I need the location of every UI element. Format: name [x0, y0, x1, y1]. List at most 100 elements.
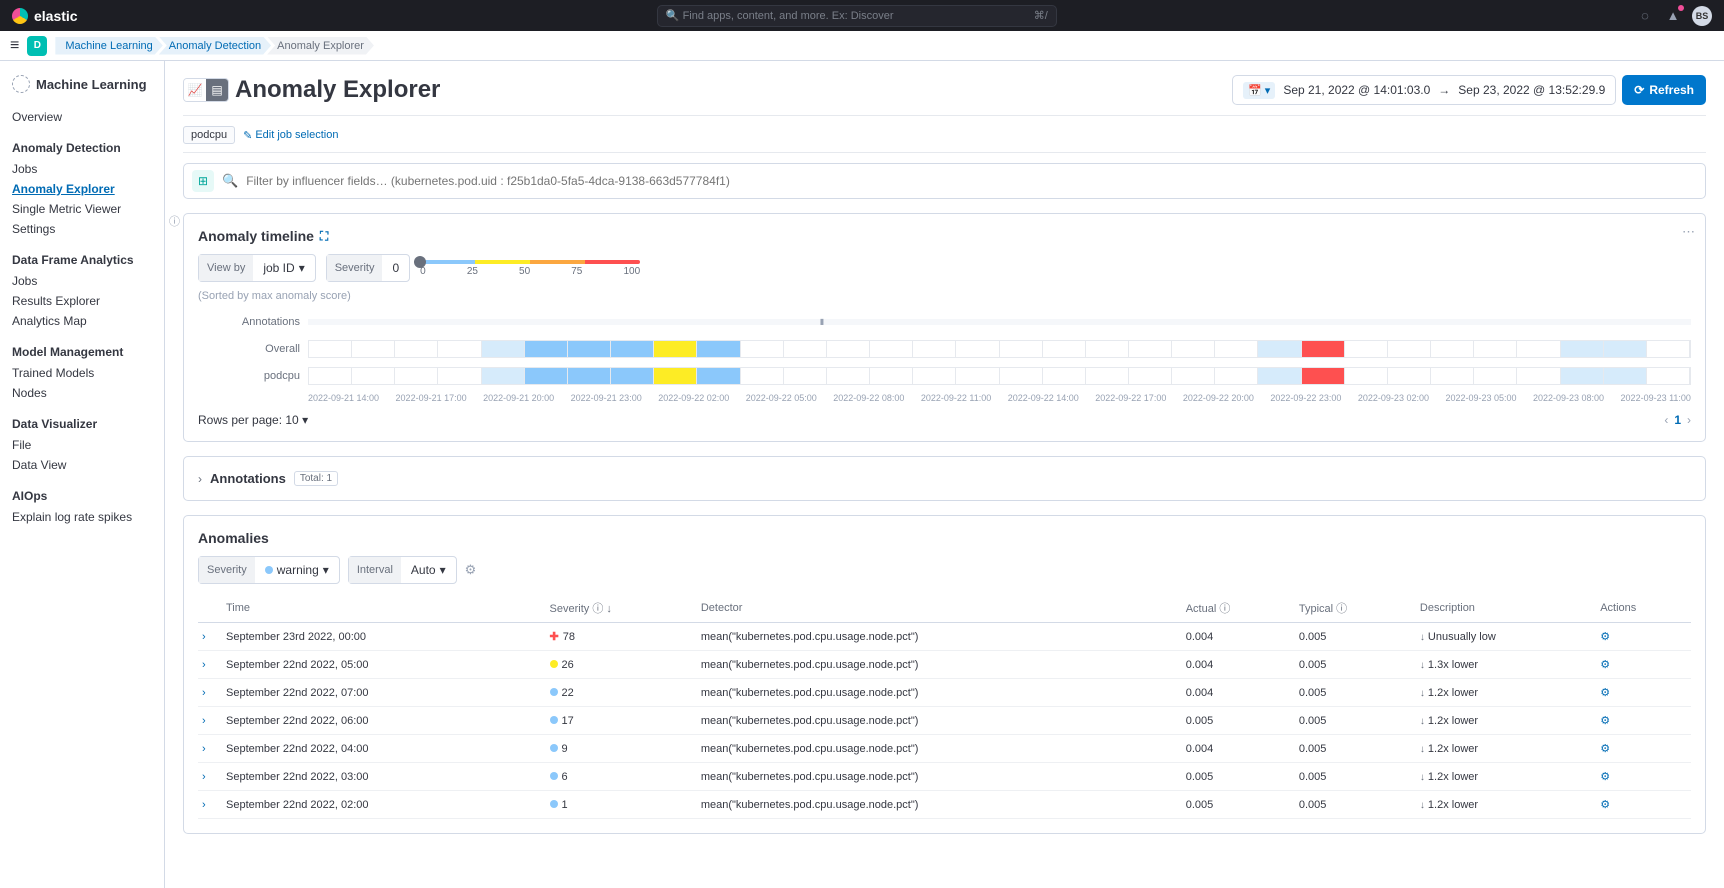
swimlane-cell[interactable]: [1129, 368, 1172, 384]
page-current[interactable]: 1: [1674, 413, 1681, 427]
swimlane-cell[interactable]: [1172, 368, 1215, 384]
edit-job-selection-link[interactable]: ✎ Edit job selection: [243, 129, 338, 142]
swimlane-cell[interactable]: [309, 368, 352, 384]
refresh-button[interactable]: ⟳ Refresh: [1622, 75, 1706, 105]
row-actions-icon[interactable]: ⚙: [1596, 763, 1691, 791]
swimlane-cell[interactable]: [870, 368, 913, 384]
annotations-panel[interactable]: › Annotations Total: 1: [183, 456, 1706, 501]
swimlane-cell[interactable]: [525, 341, 568, 357]
page-prev-icon[interactable]: ‹: [1664, 413, 1668, 427]
swimlane-cell[interactable]: [1517, 341, 1560, 357]
swimlane-cell[interactable]: [1129, 341, 1172, 357]
anomalies-interval-select[interactable]: Interval Auto ▾: [348, 556, 457, 584]
fullscreen-icon[interactable]: ⛶: [320, 229, 328, 244]
swimlane-cell[interactable]: [1517, 368, 1560, 384]
swimlane-cell[interactable]: [482, 368, 525, 384]
swimlane-cell[interactable]: [956, 368, 999, 384]
swimlane-cell[interactable]: [525, 368, 568, 384]
swimlane-cell[interactable]: [482, 341, 525, 357]
swimlane-cell[interactable]: [784, 341, 827, 357]
swimlane-cell[interactable]: [1388, 341, 1431, 357]
swimlane-cell[interactable]: [913, 341, 956, 357]
filter-input[interactable]: [246, 174, 1697, 188]
expand-row-icon[interactable]: ›: [198, 623, 222, 651]
swimlane-cell[interactable]: [1474, 341, 1517, 357]
swimlane-cell[interactable]: [697, 341, 740, 357]
swimlane-cell[interactable]: [395, 341, 438, 357]
swimlane-cell[interactable]: [309, 341, 352, 357]
swimlane-cell[interactable]: [1000, 341, 1043, 357]
sidebar-smv[interactable]: Single Metric Viewer: [12, 199, 152, 219]
swimlane-cell[interactable]: [1302, 368, 1345, 384]
info-icon[interactable]: ⓘ: [169, 213, 180, 229]
swimlane-cell[interactable]: [1431, 368, 1474, 384]
swimlane-cell[interactable]: [697, 368, 740, 384]
global-search[interactable]: 🔍 Find apps, content, and more. Ex: Disc…: [657, 5, 1057, 27]
swimlane-cell[interactable]: [352, 368, 395, 384]
swimlane-cell[interactable]: [1345, 368, 1388, 384]
swimlane-cell[interactable]: [1474, 368, 1517, 384]
time-range-picker[interactable]: 📅 ▾ Sep 21, 2022 @ 14:01:03.0 → Sep 23, …: [1232, 75, 1616, 105]
brand-logo[interactable]: elastic: [12, 8, 78, 24]
col-typical[interactable]: Typical ⓘ: [1295, 594, 1416, 623]
row-actions-icon[interactable]: ⚙: [1596, 623, 1691, 651]
breadcrumb-ml[interactable]: Machine Learning: [55, 37, 162, 55]
sidebar-data-view[interactable]: Data View: [12, 455, 152, 475]
sidebar-results-explorer[interactable]: Results Explorer: [12, 291, 152, 311]
swimlane-cell[interactable]: [611, 368, 654, 384]
swimlane-cell[interactable]: [1647, 341, 1690, 357]
swimlane-cell[interactable]: [1215, 368, 1258, 384]
row-actions-icon[interactable]: ⚙: [1596, 651, 1691, 679]
swimlane-cell[interactable]: [913, 368, 956, 384]
swimlane-cell[interactable]: [1000, 368, 1043, 384]
sidebar-dfa-jobs[interactable]: Jobs: [12, 271, 152, 291]
severity-threshold[interactable]: Severity 0: [326, 254, 410, 282]
sidebar-settings[interactable]: Settings: [12, 219, 152, 239]
sidebar-ad-jobs[interactable]: Jobs: [12, 159, 152, 179]
sidebar-anomaly-explorer[interactable]: Anomaly Explorer: [12, 179, 152, 199]
settings-icon[interactable]: ⚙: [465, 562, 477, 578]
expand-row-icon[interactable]: ›: [198, 679, 222, 707]
influencer-filter-bar[interactable]: ⊞ 🔍: [183, 163, 1706, 199]
row-actions-icon[interactable]: ⚙: [1596, 707, 1691, 735]
nav-toggle-icon[interactable]: ≡: [10, 37, 19, 55]
expand-row-icon[interactable]: ›: [198, 735, 222, 763]
expand-row-icon[interactable]: ›: [198, 763, 222, 791]
swimlane-cell[interactable]: [741, 341, 784, 357]
col-severity[interactable]: Severity ⓘ ↓: [546, 594, 697, 623]
swimlane-cell[interactable]: [1258, 368, 1301, 384]
viewby-select[interactable]: View by job ID ▾: [198, 254, 316, 282]
anomalies-severity-select[interactable]: Severity warning ▾: [198, 556, 340, 584]
swimlane-cell[interactable]: [784, 368, 827, 384]
swimlane-cell[interactable]: [654, 341, 697, 357]
single-metric-view-icon[interactable]: 📈: [184, 79, 206, 101]
col-actual[interactable]: Actual ⓘ: [1182, 594, 1295, 623]
swimlane-cell[interactable]: [568, 368, 611, 384]
swimlane-cell[interactable]: [1172, 341, 1215, 357]
help-icon[interactable]: ◌: [1636, 7, 1654, 25]
severity-slider[interactable]: 0 25 50 75 100: [420, 260, 640, 277]
swimlane-cell[interactable]: [1431, 341, 1474, 357]
user-avatar[interactable]: BS: [1692, 6, 1712, 26]
swimlane-cell[interactable]: [870, 341, 913, 357]
swimlane-cell[interactable]: [827, 368, 870, 384]
newsfeed-icon[interactable]: ▲: [1664, 7, 1682, 25]
swimlane-cell[interactable]: [1388, 368, 1431, 384]
breadcrumb-ad[interactable]: Anomaly Detection: [159, 37, 271, 55]
expand-row-icon[interactable]: ›: [198, 707, 222, 735]
swimlane-view-icon[interactable]: ▤: [206, 79, 228, 101]
sidebar-trained-models[interactable]: Trained Models: [12, 363, 152, 383]
swimlane-cell[interactable]: [611, 341, 654, 357]
job-badge[interactable]: podcpu: [183, 126, 235, 144]
swimlane-cell[interactable]: [1086, 368, 1129, 384]
page-next-icon[interactable]: ›: [1687, 413, 1691, 427]
swimlane-cell[interactable]: [654, 368, 697, 384]
sidebar-file[interactable]: File: [12, 435, 152, 455]
col-time[interactable]: Time: [222, 594, 546, 623]
swimlane-cell[interactable]: [1258, 341, 1301, 357]
expand-row-icon[interactable]: ›: [198, 651, 222, 679]
swimlane-cell[interactable]: [1086, 341, 1129, 357]
row-actions-icon[interactable]: ⚙: [1596, 791, 1691, 819]
swimlane-cell[interactable]: [1647, 368, 1690, 384]
row-actions-icon[interactable]: ⚙: [1596, 679, 1691, 707]
